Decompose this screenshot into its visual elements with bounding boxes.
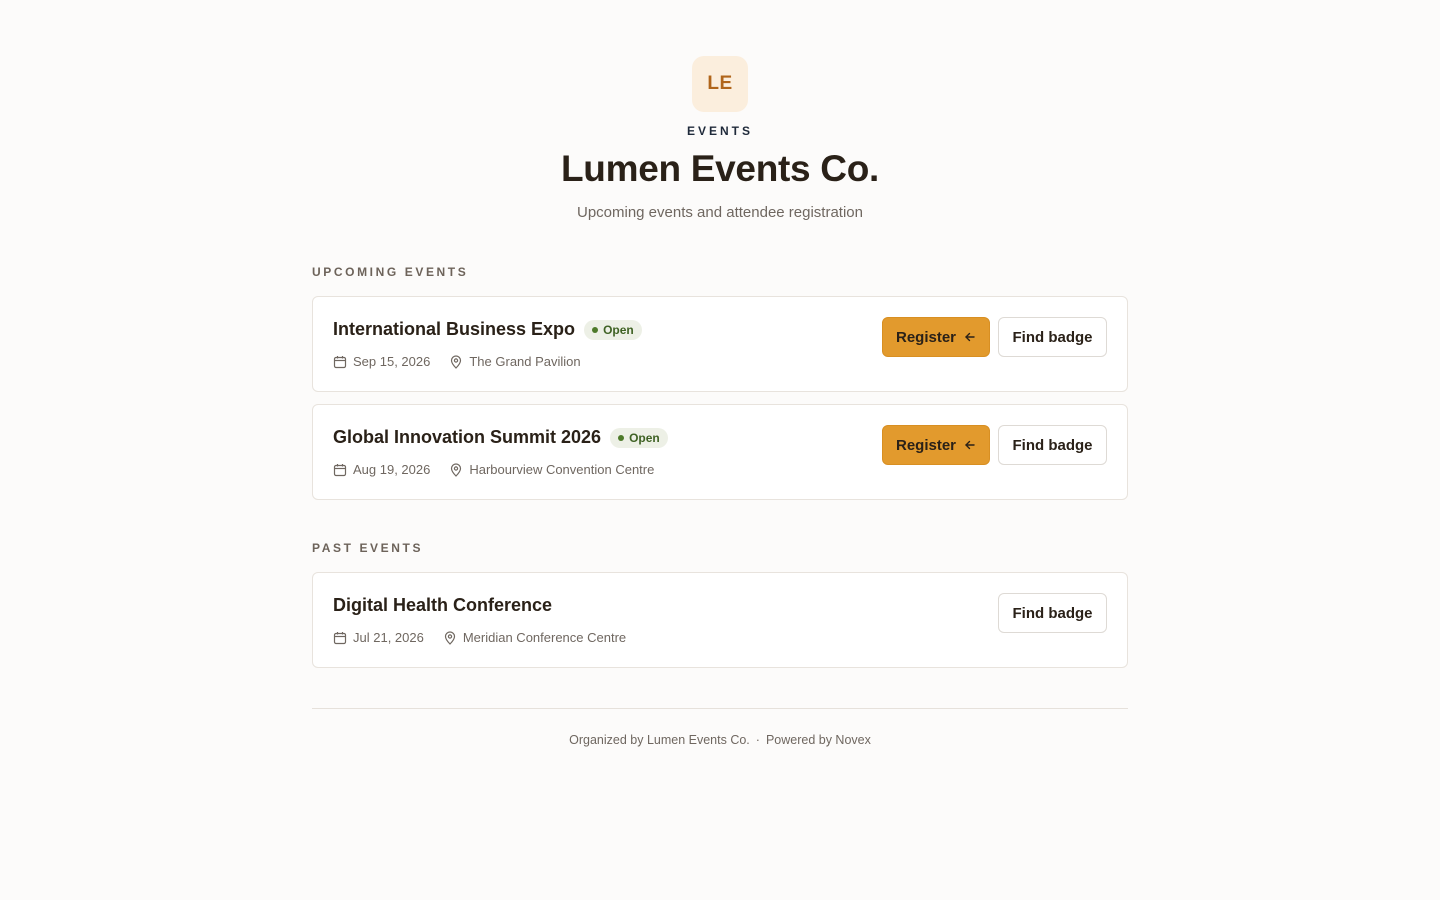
status-badge: Open [584, 319, 642, 340]
event-title: International Business Expo [333, 319, 576, 339]
event-venue: Harbourview Convention Centre [469, 462, 655, 477]
event-card: International Business Expo Open Sep 15,… [312, 296, 1128, 392]
status-label: Open [603, 322, 634, 337]
footer: Organized by Lumen Events Co. · Powered by… [0, 733, 1440, 747]
brand-logo: LE [692, 56, 748, 112]
map-pin-icon [443, 630, 457, 645]
event-venue: The Grand Pavilion [469, 354, 581, 369]
event-title: Global Innovation Summit 2026 [333, 427, 602, 447]
register-button[interactable]: Register [882, 425, 990, 465]
event-date: Sep 15, 2026 [353, 354, 431, 369]
status-label: Open [629, 430, 660, 445]
past-events-heading: PAST EVENTS [312, 541, 424, 555]
find-badge-button[interactable]: Find badge [998, 317, 1107, 357]
events-page: LE EVENTS Lumen Events Co. Upcoming even… [0, 0, 1440, 900]
register-label: Register [895, 436, 957, 454]
map-pin-icon [449, 462, 463, 477]
footer-powered-by-link[interactable]: Powered by Novex [766, 733, 871, 747]
calendar-icon [333, 355, 347, 369]
calendar-icon [333, 463, 347, 477]
upcoming-events-heading: UPCOMING EVENTS [312, 265, 469, 279]
event-card: Digital Health Conference Jul 21, 2026 M… [312, 572, 1128, 668]
calendar-icon [333, 631, 347, 645]
page-subtitle: Upcoming events and attendee registratio… [576, 204, 863, 221]
event-title: Digital Health Conference [333, 595, 553, 615]
register-label: Register [895, 328, 957, 346]
find-badge-button[interactable]: Find badge [998, 593, 1107, 633]
register-button[interactable]: Register [882, 317, 990, 357]
footer-divider [312, 708, 1128, 709]
footer-organizer: Organized by Lumen Events Co. [569, 733, 750, 747]
arrow-left-icon [964, 331, 976, 343]
status-badge: Open [610, 427, 668, 448]
page-eyebrow: EVENTS [686, 124, 753, 138]
event-card: Global Innovation Summit 2026 Open Aug 1… [312, 404, 1128, 500]
map-pin-icon [449, 354, 463, 369]
status-dot-icon [618, 434, 625, 441]
status-dot-icon [592, 326, 599, 333]
event-date: Aug 19, 2026 [353, 462, 431, 477]
page-title: Lumen Events Co. [561, 148, 879, 189]
arrow-left-icon [964, 439, 976, 451]
find-badge-button[interactable]: Find badge [998, 425, 1107, 465]
logo-initials: LE [707, 73, 733, 94]
event-venue: Meridian Conference Centre [462, 630, 627, 645]
event-date: Jul 21, 2026 [353, 630, 424, 645]
footer-separator: · [755, 733, 760, 747]
